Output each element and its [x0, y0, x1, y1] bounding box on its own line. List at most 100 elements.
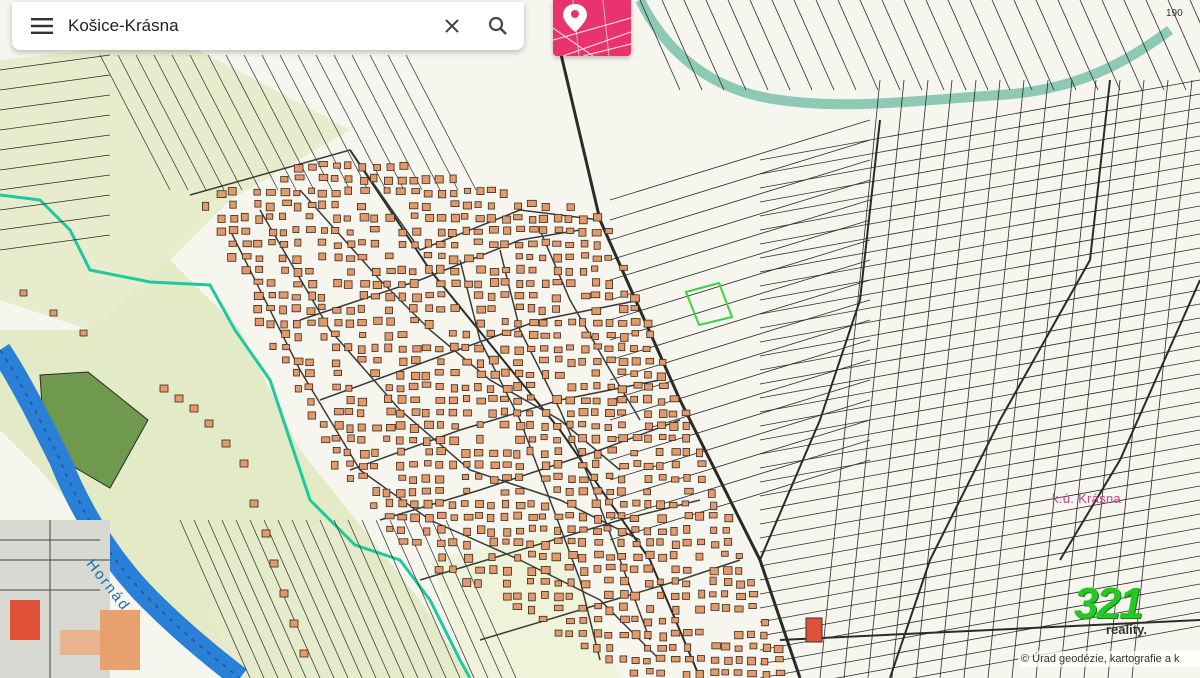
building — [554, 629, 563, 637]
building — [344, 408, 354, 415]
building — [386, 267, 396, 274]
building — [592, 459, 600, 469]
building — [435, 487, 444, 494]
building — [617, 396, 628, 404]
building — [201, 201, 210, 211]
building — [461, 449, 471, 458]
building — [553, 422, 562, 430]
building — [567, 383, 577, 392]
building — [291, 294, 301, 301]
building — [435, 264, 445, 274]
building — [476, 252, 484, 260]
building — [632, 540, 641, 548]
building — [565, 512, 574, 519]
building — [308, 187, 316, 194]
building — [500, 489, 510, 496]
building — [721, 590, 729, 598]
building — [513, 538, 524, 546]
search-input[interactable]: Košice-Krásna — [64, 16, 434, 36]
building — [668, 434, 676, 442]
building — [370, 502, 378, 509]
building — [591, 434, 601, 444]
building — [554, 371, 565, 379]
building — [502, 384, 513, 393]
building — [410, 212, 419, 219]
map-attribution[interactable]: © Úrad geodézie, kartografie a k — [1018, 651, 1200, 667]
building — [630, 591, 640, 601]
building — [464, 187, 472, 194]
building — [359, 332, 367, 338]
building — [605, 472, 614, 480]
clear-button[interactable] — [434, 8, 470, 44]
building — [334, 319, 343, 327]
building — [657, 514, 667, 523]
building — [539, 356, 549, 364]
building — [552, 279, 563, 286]
building — [307, 411, 316, 420]
building — [516, 279, 524, 288]
building — [630, 305, 639, 311]
building — [592, 278, 601, 287]
building — [618, 434, 629, 443]
building — [515, 303, 524, 311]
building — [736, 592, 746, 600]
building — [450, 190, 458, 198]
building — [489, 225, 499, 234]
building — [581, 397, 591, 404]
building — [516, 422, 526, 431]
building — [227, 253, 237, 262]
building — [412, 539, 422, 546]
building — [577, 538, 586, 547]
building — [475, 215, 485, 223]
building — [566, 279, 576, 287]
building — [423, 527, 431, 536]
building — [345, 319, 355, 328]
building — [527, 199, 537, 208]
search-button[interactable] — [480, 8, 516, 44]
building — [334, 408, 344, 416]
building — [643, 618, 653, 627]
building — [318, 173, 329, 182]
building — [579, 215, 588, 225]
cadastral-map[interactable] — [0, 0, 1200, 678]
building — [553, 460, 563, 469]
building — [553, 486, 561, 493]
building — [656, 669, 665, 677]
building — [436, 280, 446, 288]
building — [450, 304, 460, 312]
building — [305, 369, 315, 378]
building — [607, 446, 618, 454]
building — [396, 489, 406, 498]
app-logo-button[interactable] — [553, 0, 631, 56]
building — [696, 448, 704, 458]
building — [669, 422, 679, 431]
building — [736, 580, 746, 589]
building — [643, 658, 651, 665]
building — [747, 579, 755, 587]
building — [448, 501, 457, 509]
building — [434, 566, 444, 574]
building — [685, 656, 695, 663]
building — [333, 242, 342, 249]
building — [528, 592, 536, 602]
building — [735, 656, 743, 664]
building — [307, 201, 317, 208]
building — [489, 537, 498, 547]
building — [399, 357, 408, 366]
building — [593, 565, 602, 573]
menu-button[interactable] — [20, 6, 64, 46]
building — [580, 239, 589, 248]
building — [633, 381, 643, 389]
building — [450, 514, 458, 521]
building — [579, 512, 588, 522]
building — [421, 474, 431, 483]
building — [568, 318, 577, 326]
map-viewer[interactable]: Košice-Krásna 190 k.ú. Krásna Hornád 321… — [0, 0, 1200, 678]
building — [553, 213, 563, 223]
building — [645, 580, 654, 588]
building — [395, 187, 406, 195]
building — [529, 319, 539, 327]
building — [398, 228, 407, 237]
building — [421, 381, 432, 388]
building — [331, 359, 341, 368]
